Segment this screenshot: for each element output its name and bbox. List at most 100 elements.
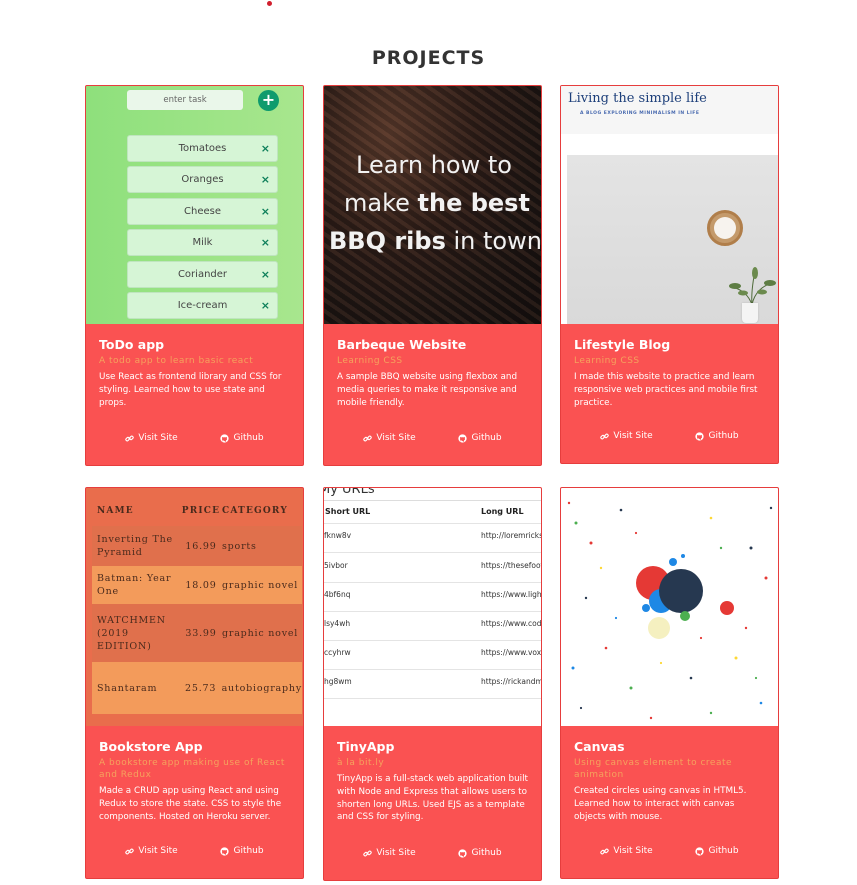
github-label: Github (233, 433, 264, 443)
divider (324, 582, 541, 583)
project-card-bbq: Learn how to make the best BBQ ribs in t… (323, 85, 542, 466)
divider (324, 611, 541, 612)
project-description: Created circles using canvas in HTML5. L… (574, 786, 747, 822)
project-subtitle: à la bit.ly (337, 758, 385, 768)
link-icon (125, 848, 135, 854)
github-link[interactable]: Github (695, 846, 739, 856)
table-cell: Shantaram (97, 682, 158, 694)
github-icon (458, 433, 468, 443)
table-cell: fknw8v (324, 531, 352, 540)
table-cell: autobiography (221, 682, 302, 694)
project-screenshot: Learn how to make the best BBQ ribs in t… (324, 86, 541, 324)
project-card-blog: Living the simple life A BLOG EXPLORING … (560, 85, 779, 464)
visit-site-label: Visit Site (613, 431, 653, 441)
blog-header: Living the simple life A BLOG EXPLORING … (561, 86, 778, 134)
page-title: PROJECTS (371, 47, 486, 69)
project-subtitle: Learning CSS (574, 356, 640, 366)
visit-site-label: Visit Site (138, 846, 178, 856)
divider (324, 523, 541, 524)
table-cell: 25.73 (185, 682, 217, 694)
table-header-row: NAME PRICE CATEGORY (92, 496, 302, 526)
table-cell: lsy4wh (324, 619, 351, 628)
github-label: Github (708, 846, 739, 856)
close-icon: × (260, 142, 270, 155)
link-icon (363, 435, 373, 441)
project-subtitle: A todo app to learn basic react (99, 356, 254, 366)
project-title: Lifestyle Blog (574, 337, 671, 352)
link-icon (600, 433, 610, 439)
close-icon: × (260, 173, 270, 186)
list-item: Oranges × (127, 166, 278, 193)
list-item: Ice-cream × (127, 292, 278, 319)
visit-site-link[interactable]: Visit Site (363, 848, 416, 858)
github-link[interactable]: Github (695, 431, 739, 441)
project-card-canvas: Canvas Using canvas element to create an… (560, 487, 779, 879)
table-cell: 18.09 (185, 579, 217, 591)
list-item: Cheese × (127, 198, 278, 225)
visit-site-link[interactable]: Visit Site (600, 846, 653, 856)
column-header: CATEGORY (222, 505, 288, 516)
list-item-label: Milk (192, 237, 213, 248)
project-title: ToDo app (99, 337, 165, 352)
visit-site-link[interactable]: Visit Site (363, 433, 416, 443)
visit-site-label: Visit Site (138, 433, 178, 443)
table-cell: hg8wm (324, 677, 352, 686)
github-label: Github (471, 433, 502, 443)
visit-site-link[interactable]: Visit Site (125, 433, 178, 443)
github-label: Github (233, 846, 264, 856)
column-header: PRICE (181, 506, 221, 516)
table-cell: graphic novel (222, 627, 299, 639)
list-item: Tomatoes × (127, 135, 278, 162)
table-cell: 33.99 (185, 627, 217, 639)
table-row: Inverting The Pyramid 16.99 sports (92, 526, 302, 566)
project-screenshot: My URLs Short URL Long URL fknw8v http:/… (324, 488, 541, 726)
visit-site-label: Visit Site (376, 433, 416, 443)
github-icon (220, 846, 230, 856)
project-description: Use React as frontend library and CSS fo… (99, 372, 282, 408)
table-cell: Batman: Year One (97, 573, 172, 597)
visit-site-label: Visit Site (613, 846, 653, 856)
project-description: I made this website to practice and lear… (574, 372, 758, 408)
project-title: Barbeque Website (337, 337, 467, 352)
divider (324, 500, 541, 501)
blog-title: Living the simple life (568, 91, 707, 106)
project-card-todo: enter task + Tomatoes × Oranges × Cheese × … (85, 85, 304, 466)
divider (324, 552, 541, 553)
project-description: A sample BBQ website using flexbox and m… (337, 372, 518, 408)
project-screenshot: NAME PRICE CATEGORY Inverting The Pyrami… (86, 488, 303, 726)
bbq-hero-text: Learn how to make the best BBQ ribs in t… (324, 146, 541, 260)
project-subtitle: A bookstore app making use of React and … (99, 758, 285, 780)
close-icon: × (260, 236, 270, 249)
project-screenshot: Living the simple life A BLOG EXPLORING … (561, 86, 778, 324)
bbq-line-3a: BBQ ribs (329, 227, 446, 255)
list-item-label: Ice-cream (177, 300, 228, 311)
visit-site-link[interactable]: Visit Site (125, 846, 178, 856)
link-icon (600, 848, 610, 854)
github-label: Github (471, 848, 502, 858)
table-cell: https://thesefootb (481, 561, 541, 570)
project-title: TinyApp (337, 739, 395, 754)
github-icon (695, 846, 705, 856)
column-header: Short URL (325, 507, 371, 516)
list-item-label: Oranges (181, 174, 224, 185)
project-card-bookstore: NAME PRICE CATEGORY Inverting The Pyrami… (85, 487, 304, 879)
table-cell: http://loremricksu (481, 531, 541, 540)
github-link[interactable]: Github (458, 848, 502, 858)
github-link[interactable]: Github (220, 846, 264, 856)
table-cell: Inverting The Pyramid (97, 534, 173, 558)
visit-site-link[interactable]: Visit Site (600, 431, 653, 441)
divider (324, 698, 541, 699)
link-icon (363, 850, 373, 856)
github-link[interactable]: Github (220, 433, 264, 443)
github-icon (458, 848, 468, 858)
clock-icon (707, 210, 743, 246)
table-cell: ccyhrw (324, 648, 351, 657)
plant-icon (729, 267, 776, 306)
table-cell: 16.99 (185, 540, 217, 552)
column-header: NAME (97, 505, 134, 516)
project-description: TinyApp is a full-stack web application … (337, 774, 529, 823)
divider (324, 640, 541, 641)
column-header: Long URL (481, 507, 524, 516)
github-icon (695, 431, 705, 441)
github-link[interactable]: Github (458, 433, 502, 443)
